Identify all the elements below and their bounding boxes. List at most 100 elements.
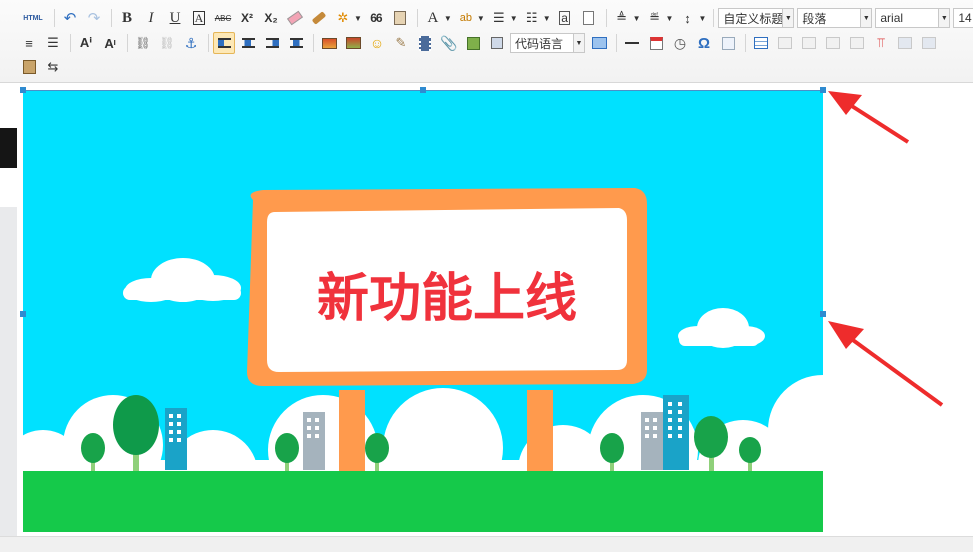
insert-image-button[interactable] <box>318 32 340 54</box>
resize-handle[interactable] <box>20 311 26 317</box>
multi-image-button[interactable] <box>342 32 364 54</box>
undo-button[interactable]: ↶ <box>59 7 81 29</box>
special-chars-button[interactable]: Ω <box>693 32 715 54</box>
select-all-button[interactable]: a <box>554 7 576 29</box>
preview-button[interactable]: ⇆ <box>42 56 64 78</box>
html-source-button[interactable]: HTML <box>18 7 48 29</box>
font-border-button[interactable]: A <box>188 7 210 29</box>
page-break-button[interactable] <box>588 32 610 54</box>
insert-row-button[interactable] <box>822 32 844 54</box>
justify-button[interactable]: ☰ <box>42 32 64 54</box>
paragraph-select[interactable]: 段落 ▼ <box>797 8 873 28</box>
omega-label: Ω <box>697 34 711 52</box>
resize-handle[interactable] <box>420 87 426 93</box>
ltr-icon: Aⁱ <box>79 35 93 50</box>
row-spacing-top-button[interactable]: ≜ <box>611 7 633 29</box>
scrawl-button[interactable]: ✎ <box>390 32 412 54</box>
delete-row-button[interactable] <box>846 32 868 54</box>
code-button[interactable] <box>486 32 508 54</box>
custom-title-select[interactable]: 自定义标题 ▼ <box>718 8 795 28</box>
chevron-down-icon[interactable]: ▼ <box>477 14 485 23</box>
picture-icon <box>321 37 337 49</box>
anchor-button[interactable]: ⚓ <box>180 32 202 54</box>
insert-video-button[interactable] <box>414 32 436 54</box>
insert-caption-button[interactable] <box>798 32 820 54</box>
ordered-list-button[interactable]: ☰ <box>488 7 510 29</box>
italic-button[interactable]: I <box>140 7 162 29</box>
ltr-button[interactable]: Aⁱ <box>75 32 97 54</box>
unlink-button[interactable]: ⛓ <box>156 32 178 54</box>
word-image-icon <box>721 36 735 50</box>
separator <box>416 9 418 27</box>
ordered-list-icon: ☰ <box>492 10 505 25</box>
rtl-button[interactable]: Aᶦ <box>99 32 121 54</box>
clear-doc-button[interactable] <box>578 7 600 29</box>
chevron-down-icon[interactable]: ▼ <box>698 14 706 23</box>
underline-button[interactable]: U <box>164 7 186 29</box>
image-title-text: 新功能上线 <box>317 269 577 329</box>
word-image-button[interactable] <box>717 32 739 54</box>
row-spacing-bottom-button[interactable]: ≝ <box>644 7 666 29</box>
chevron-down-icon[interactable]: ▼ <box>666 14 674 23</box>
line-height-button[interactable]: ↕ <box>676 7 698 29</box>
auto-typeset-button[interactable]: ✲ <box>332 7 354 29</box>
background-color-button[interactable]: ab <box>455 7 477 29</box>
paragraph-value: 段落 <box>802 11 827 26</box>
font-family-value: arial <box>880 11 904 25</box>
attachment-button[interactable]: 📎 <box>438 32 460 54</box>
editor-image[interactable]: 新功能上线 <box>23 90 823 532</box>
image-left-icon <box>241 38 255 48</box>
side-panel-dark <box>0 128 17 168</box>
paste-plain-button[interactable] <box>389 7 411 29</box>
font-color-button[interactable]: A <box>422 7 444 29</box>
insert-col-button[interactable]: ⫪ <box>870 32 892 54</box>
chevron-down-icon[interactable]: ▼ <box>633 14 641 23</box>
unordered-list-button[interactable]: ☷ <box>521 7 543 29</box>
spacing-bottom-icon: ≝ <box>649 10 660 25</box>
superscript-button[interactable]: X² <box>236 7 258 29</box>
blockquote-button[interactable]: 66 <box>365 7 387 29</box>
chevron-down-icon[interactable]: ▼ <box>510 14 518 23</box>
split-cells-icon <box>922 37 936 49</box>
redo-button[interactable]: ↷ <box>83 7 105 29</box>
arrow-icon <box>828 321 944 407</box>
chevron-down-icon[interactable]: ▼ <box>444 14 452 23</box>
bold-label: B <box>121 9 132 26</box>
strikethrough-button[interactable]: ABC <box>212 7 234 29</box>
paperclip-icon: 📎 <box>440 34 458 51</box>
remove-format-button[interactable] <box>284 7 306 29</box>
separator <box>127 34 128 52</box>
eraser-icon <box>286 10 304 26</box>
anchor-icon: ⚓ <box>184 34 198 51</box>
horizontal-rule-button[interactable] <box>621 32 643 54</box>
image-right-button[interactable] <box>261 32 283 54</box>
insert-time-button[interactable]: ◷ <box>669 32 691 54</box>
separator <box>616 34 617 52</box>
image-left-button[interactable] <box>237 32 259 54</box>
delete-table-button[interactable] <box>774 32 796 54</box>
bold-button[interactable]: B <box>116 7 138 29</box>
image-none-button[interactable] <box>213 32 235 54</box>
emotion-button[interactable]: ☺ <box>366 32 388 54</box>
image-center-button[interactable] <box>285 32 307 54</box>
table-icon <box>754 37 768 49</box>
chevron-down-icon[interactable]: ▼ <box>354 14 362 23</box>
underline-label: U <box>169 9 181 26</box>
font-family-select[interactable]: arial ▼ <box>875 8 951 28</box>
split-cells-button[interactable] <box>918 32 940 54</box>
merge-cells-button[interactable] <box>894 32 916 54</box>
resize-handle[interactable] <box>20 87 26 93</box>
print-button[interactable] <box>18 56 40 78</box>
insert-table-button[interactable] <box>750 32 772 54</box>
chevron-down-icon[interactable]: ▼ <box>543 14 551 23</box>
insert-date-button[interactable] <box>645 32 667 54</box>
subscript-button[interactable]: X₂ <box>260 7 282 29</box>
building <box>165 408 187 470</box>
horizontal-line-icon <box>625 42 639 44</box>
format-match-button[interactable] <box>308 7 330 29</box>
code-language-select[interactable]: 代码语言 ▼ <box>510 33 585 53</box>
map-button[interactable] <box>462 32 484 54</box>
link-button[interactable]: ⛓ <box>132 32 154 54</box>
indent-button[interactable]: ≡ <box>18 32 40 54</box>
font-size-select[interactable]: 14 <box>953 8 973 28</box>
